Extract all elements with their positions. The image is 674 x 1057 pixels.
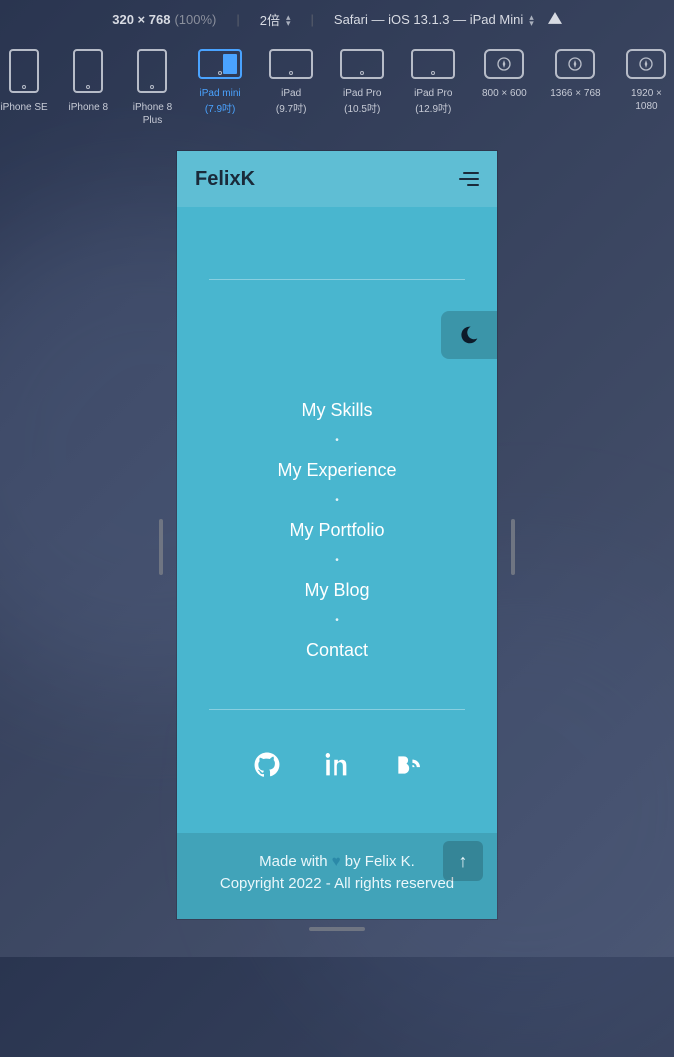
- user-agent-select[interactable]: Safari — iOS 13.1.3 — iPad Mini ▴▾: [334, 12, 534, 27]
- blog-icon: [394, 752, 420, 778]
- nav-separator: •: [177, 615, 497, 626]
- updown-icon: ▴▾: [286, 14, 291, 26]
- device-icon: [9, 49, 39, 93]
- nav-link[interactable]: My Blog: [177, 580, 497, 601]
- device-label: iPhone 8 Plus: [128, 101, 176, 127]
- nav-link[interactable]: My Skills: [177, 400, 497, 421]
- device-preset[interactable]: iPad Pro(12.9吋): [406, 49, 461, 127]
- resize-handle-bottom[interactable]: [309, 927, 365, 931]
- device-picker-row: iPhone SEiPhone 8iPhone 8 PlusiPad mini(…: [0, 49, 674, 127]
- device-label: iPad Pro: [343, 87, 381, 100]
- device-icon: [340, 49, 384, 79]
- device-sublabel: (7.9吋): [205, 100, 236, 115]
- device-preset[interactable]: 800 × 600: [477, 49, 532, 127]
- device-icon: [269, 49, 313, 79]
- site-brand[interactable]: FelixK: [195, 168, 255, 191]
- zoom-percent: (100%): [174, 12, 216, 27]
- linkedin-link[interactable]: [324, 752, 350, 783]
- pixel-ratio-label: 2倍: [260, 10, 280, 29]
- device-preset[interactable]: iPhone 8: [64, 49, 112, 127]
- separator: |: [236, 12, 239, 27]
- hamburger-icon[interactable]: [459, 172, 479, 186]
- monitor-icon: [555, 49, 595, 79]
- device-label: iPad: [281, 87, 301, 100]
- viewport-dimensions[interactable]: 320 × 768 (100%): [112, 12, 216, 27]
- nav-link[interactable]: Contact: [177, 640, 497, 661]
- moon-icon: [459, 325, 479, 345]
- monitor-icon: [484, 49, 524, 79]
- device-preset[interactable]: iPhone SE: [0, 49, 48, 127]
- footer-text: by Felix K.: [345, 853, 415, 870]
- device-preset[interactable]: iPhone 8 Plus: [128, 49, 176, 127]
- pixel-ratio-select[interactable]: 2倍 ▴▾: [260, 10, 291, 29]
- divider: [209, 709, 465, 710]
- arrow-up-icon: ↑: [459, 851, 468, 872]
- device-label: iPhone 8: [69, 101, 108, 114]
- responsive-design-toolbar: 320 × 768 (100%) | 2倍 ▴▾ | Safari — iOS …: [0, 0, 674, 39]
- footer-copyright: Copyright 2022 - All rights reserved: [197, 873, 477, 895]
- device-label: iPad mini: [200, 87, 241, 100]
- device-sublabel: (9.7吋): [276, 100, 307, 115]
- github-icon: [254, 752, 280, 778]
- device-label: 800 × 600: [482, 87, 527, 100]
- device-preset[interactable]: iPad(9.7吋): [264, 49, 319, 127]
- theme-toggle-button[interactable]: [441, 311, 497, 359]
- monitor-icon: [626, 49, 666, 79]
- nav-link[interactable]: My Portfolio: [177, 520, 497, 541]
- device-icon: [198, 49, 242, 79]
- device-preset[interactable]: 1920 × 1080: [619, 49, 674, 127]
- user-agent-label: Safari — iOS 13.1.3 — iPad Mini: [334, 12, 523, 27]
- nav-separator: •: [177, 435, 497, 446]
- device-sublabel: (12.9吋): [415, 100, 451, 115]
- device-icon: [137, 49, 167, 93]
- device-label: iPad Pro: [414, 87, 452, 100]
- divider: [209, 279, 465, 280]
- nav-separator: •: [177, 555, 497, 566]
- device-sublabel: (10.5吋): [344, 100, 380, 115]
- resize-handle-left[interactable]: [159, 519, 163, 575]
- scroll-to-top-button[interactable]: ↑: [443, 841, 483, 881]
- device-preset[interactable]: iPad mini(7.9吋): [193, 49, 248, 127]
- github-link[interactable]: [254, 752, 280, 783]
- nav-link[interactable]: My Experience: [177, 460, 497, 481]
- resize-handle-right[interactable]: [511, 519, 515, 575]
- separator: |: [311, 12, 314, 27]
- updown-icon: ▴▾: [529, 14, 534, 26]
- device-icon: [73, 49, 103, 93]
- linkedin-icon: [324, 752, 350, 778]
- device-preset[interactable]: 1366 × 768: [548, 49, 603, 127]
- device-label: 1366 × 768: [550, 87, 600, 100]
- device-preset[interactable]: iPad Pro(10.5吋): [335, 49, 390, 127]
- footer-text: Made with: [259, 853, 327, 870]
- compass-icon: [567, 56, 583, 72]
- site-header: FelixK: [177, 151, 497, 207]
- device-label: iPhone SE: [0, 101, 47, 114]
- warning-icon[interactable]: [548, 12, 562, 27]
- nav-separator: •: [177, 495, 497, 506]
- blog-link[interactable]: [394, 752, 420, 783]
- dimensions-text: 320 × 768: [112, 12, 170, 27]
- heart-icon: ♥: [332, 853, 341, 870]
- compass-icon: [638, 56, 654, 72]
- compass-icon: [496, 56, 512, 72]
- device-label: 1920 × 1080: [619, 87, 674, 113]
- social-links: [177, 752, 497, 783]
- device-icon: [411, 49, 455, 79]
- footer-nav: My Skills • My Experience • My Portfolio • My …: [177, 400, 497, 661]
- responsive-viewport: FelixK My Skills • My Experience • My Portfo…: [177, 151, 497, 919]
